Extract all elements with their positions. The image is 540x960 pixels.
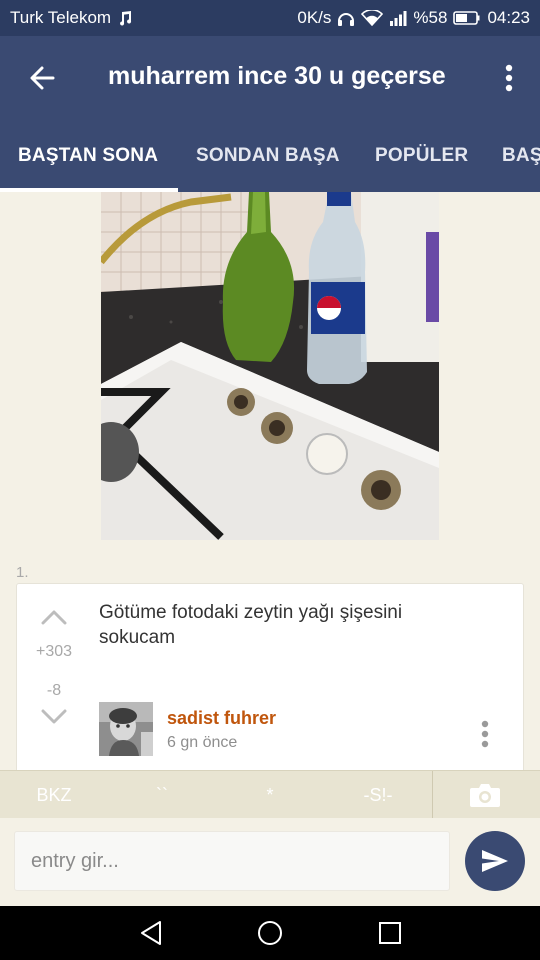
chevron-down-icon: [41, 709, 67, 724]
music-note-icon: [117, 10, 133, 26]
overflow-menu-button[interactable]: [496, 60, 522, 96]
wifi-icon: [361, 10, 384, 26]
upvote-button[interactable]: [39, 602, 69, 632]
circle-home-icon: [258, 921, 282, 945]
entry-text: Götüme fotodaki zeytin yağı şişesini sok…: [99, 602, 403, 648]
formatting-toolbar: BKZ `` * -S!-: [0, 770, 540, 819]
more-vert-icon: [505, 64, 513, 92]
entry-number: 1.: [16, 564, 29, 581]
entry-menu-button[interactable]: [477, 718, 493, 750]
nav-home-button[interactable]: [255, 918, 285, 948]
chevron-up-icon: [41, 610, 67, 625]
camera-icon: [470, 784, 500, 807]
entry-card: +303 -8 Götüme fotodaki zeytin yağı şişe…: [16, 583, 524, 770]
signal-icon: [389, 10, 407, 26]
status-bar: Turk Telekom 0K/s %58 04:23: [0, 0, 540, 36]
headset-icon: [337, 10, 355, 26]
tab-sondan-basa[interactable]: SONDAN BAŞA: [196, 120, 340, 192]
downvote-button[interactable]: [39, 702, 69, 732]
clock: 04:23: [487, 8, 530, 27]
downvote-count: -8: [46, 682, 62, 699]
system-nav-bar: [0, 906, 540, 960]
spoiler-button[interactable]: -S!-: [324, 771, 432, 819]
toolbar-divider: [432, 771, 433, 819]
net-speed: 0K/s: [297, 8, 332, 27]
tab-populer[interactable]: POPÜLER: [375, 120, 468, 192]
app-bar: muharrem ince 30 u geçerse: [0, 36, 540, 120]
hidden-link-button[interactable]: ``: [108, 771, 216, 819]
avatar[interactable]: [99, 702, 153, 756]
entry-time: 6 gn önce: [167, 734, 238, 751]
triangle-back-icon: [141, 921, 161, 945]
send-icon: [482, 850, 508, 872]
back-button[interactable]: [22, 58, 62, 98]
carrier-label: Turk Telekom: [10, 8, 112, 27]
entry-photo[interactable]: [101, 192, 439, 540]
nav-back-button[interactable]: [136, 918, 166, 948]
star-button[interactable]: *: [216, 771, 324, 819]
page-title: muharrem ince 30 u geçerse: [108, 62, 446, 90]
arrow-left-icon: [30, 66, 55, 90]
author-link[interactable]: sadist fuhrer: [167, 708, 276, 729]
send-button[interactable]: [465, 831, 525, 891]
tab-bar: BAŞTAN SONA SONDAN BAŞA POPÜLER BAŞ: [0, 120, 540, 192]
tab-partial[interactable]: BAŞ: [502, 120, 540, 192]
square-recents-icon: [379, 922, 401, 944]
more-vert-icon: [481, 720, 489, 748]
nav-recents-button[interactable]: [375, 918, 405, 948]
battery-label: %58: [413, 8, 448, 27]
camera-button[interactable]: [460, 779, 510, 811]
tab-bastan-sona[interactable]: BAŞTAN SONA: [18, 120, 158, 192]
upvote-count: +303: [35, 643, 73, 660]
battery-icon: [453, 10, 481, 26]
entry-input[interactable]: [14, 831, 450, 891]
bkz-button[interactable]: BKZ: [0, 771, 108, 819]
entry-input-row: [0, 818, 540, 906]
entry-list[interactable]: 1. +303 -8 Götüme fotodaki zeytin yağı ş…: [0, 192, 540, 770]
